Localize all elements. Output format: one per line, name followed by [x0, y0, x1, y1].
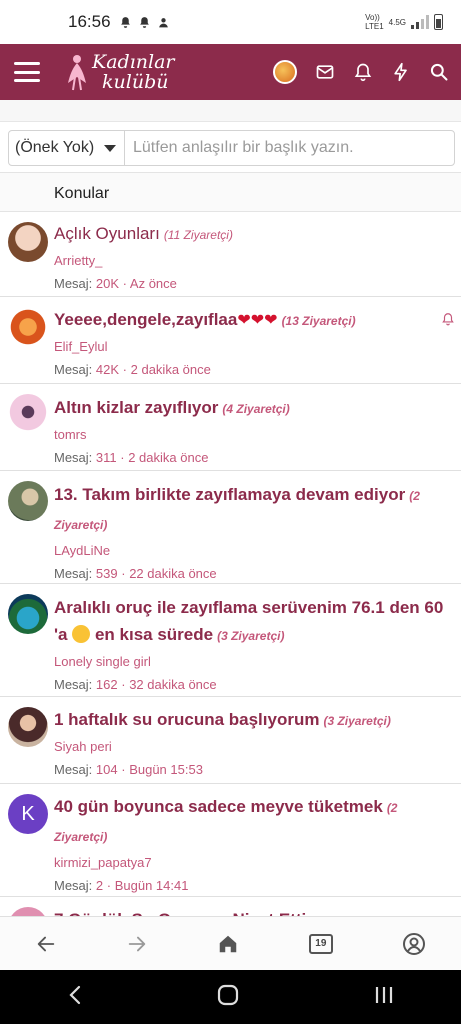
notification-icons: [119, 16, 170, 29]
bell-notification-icon: [139, 16, 149, 28]
system-home-icon[interactable]: [216, 983, 240, 1012]
thread-meta: Mesaj: 104 · Bugün 15:53: [54, 762, 203, 777]
thread-meta: Mesaj: 162 · 32 dakika önce: [54, 677, 217, 692]
forward-arrow-icon[interactable]: [126, 933, 148, 955]
signal-icon: [411, 15, 429, 29]
thread-title[interactable]: 13. Takım birlikte zayıflamaya devam edi…: [54, 481, 453, 539]
user-avatar[interactable]: K: [8, 794, 48, 834]
list-header: Konular: [0, 172, 461, 212]
app-header: Kadınlar kulübü: [0, 44, 461, 100]
caret-down-icon: [104, 144, 117, 152]
search-icon[interactable]: [429, 62, 449, 82]
status-time: 16:56: [68, 12, 111, 31]
thread-title[interactable]: Yeeee,dengele,zayıflaa❤❤❤ (13 Ziyaretçi): [54, 306, 453, 335]
tabs-icon[interactable]: 19: [308, 933, 333, 954]
hearts-emoji: ❤❤❤: [237, 312, 278, 329]
logo-text: Kadınlar: [92, 51, 175, 73]
thread-title[interactable]: Aralıklı oruç ile zayıflama serüvenim 76…: [54, 594, 453, 650]
ballerina-logo-icon: [68, 55, 86, 91]
thread-meta: Mesaj: 2 · Bugün 14:41: [54, 878, 189, 893]
visitor-count: (13 Ziyaretçi): [281, 314, 356, 328]
thread-meta: Mesaj: 311 · 2 dakika önce: [54, 450, 209, 465]
thread-item[interactable]: Altın kizlar zayıflıyor (4 Ziyaretçi) tom…: [0, 384, 461, 471]
sub-toolbar: [0, 100, 461, 122]
user-avatar[interactable]: [273, 60, 297, 84]
thread-title[interactable]: 1 haftalık su orucuna başlıyorum (3 Ziyar…: [54, 706, 453, 735]
bell-icon[interactable]: [353, 62, 373, 82]
thread-author[interactable]: Arrietty_: [54, 253, 453, 268]
user-avatar[interactable]: [8, 594, 48, 634]
logo-text: kulübü: [102, 71, 169, 93]
system-recents-icon[interactable]: [373, 985, 395, 1010]
bell-notification-icon: [120, 16, 130, 28]
user-avatar[interactable]: [8, 481, 48, 521]
thread-author[interactable]: LAydLiNe: [54, 543, 453, 558]
thread-meta: Mesaj: 539 · 22 dakika önce: [54, 566, 217, 581]
thread-title[interactable]: 40 gün boyunca sadece meyve tüketmek (2 Z…: [54, 793, 453, 851]
visitor-count: (4 Ziyaretçi): [222, 402, 290, 416]
network-label: LTE1: [365, 22, 384, 31]
new-thread-form: (Önek Yok): [8, 130, 455, 166]
list-header-label: Konular: [54, 185, 110, 202]
visitor-count: (11 Ziyaretçi): [163, 228, 233, 242]
user-avatar[interactable]: [8, 307, 48, 347]
browser-bottom-nav: 19: [0, 916, 461, 970]
thread-meta: Mesaj: 20K · Az önce: [54, 276, 177, 291]
app-notification-icon: [158, 17, 168, 27]
lightning-icon[interactable]: [391, 62, 411, 82]
thread-title-input[interactable]: [125, 131, 454, 165]
status-right: Vo)) LTE1 4.5G: [365, 13, 443, 31]
home-icon[interactable]: [217, 933, 239, 955]
system-nav-bar: [0, 970, 461, 1024]
thread-item[interactable]: Aralıklı oruç ile zayıflama serüvenim 76…: [0, 584, 461, 697]
thread-item[interactable]: 1 haftalık su orucuna başlıyorum (3 Ziyar…: [0, 697, 461, 784]
network-label: Vo)): [365, 13, 380, 22]
thread-item[interactable]: K 40 gün boyunca sadece meyve tüketmek (2…: [0, 784, 461, 897]
network-type: 4.5G: [388, 17, 406, 27]
account-icon[interactable]: [402, 932, 426, 956]
user-avatar[interactable]: [8, 222, 48, 262]
site-logo[interactable]: Kadınlar kulübü: [64, 52, 175, 92]
prefix-select[interactable]: (Önek Yok): [9, 131, 125, 165]
thread-title[interactable]: Açlık Oyunları (11 Ziyaretçi): [54, 220, 453, 249]
visitor-count: (3 Ziyaretçi): [323, 714, 391, 728]
watch-bell-icon[interactable]: [441, 311, 455, 327]
thread-author[interactable]: kirmizi_papatya7: [54, 855, 453, 870]
thread-title[interactable]: Altın kizlar zayıflıyor (4 Ziyaretçi): [54, 394, 453, 423]
battery-icon: [434, 14, 443, 30]
user-avatar[interactable]: [8, 707, 48, 747]
thread-author[interactable]: Lonely single girl: [54, 654, 453, 669]
menu-icon[interactable]: [14, 62, 40, 82]
back-arrow-icon[interactable]: [35, 933, 57, 955]
thread-meta: Mesaj: 42K · 2 dakika önce: [54, 362, 211, 377]
prefix-value: (Önek Yok): [15, 139, 95, 156]
thread-author[interactable]: tomrs: [54, 427, 453, 442]
thread-item[interactable]: Açlık Oyunları (11 Ziyaretçi) Arrietty_ M…: [0, 212, 461, 297]
system-back-icon[interactable]: [66, 984, 84, 1011]
status-bar: 16:56 Vo)) LTE1 4.5G: [0, 0, 461, 44]
smile-emoji: [72, 625, 91, 643]
thread-author[interactable]: Elif_Eylul: [54, 339, 453, 354]
visitor-count: (3 Ziyaretçi): [217, 629, 285, 643]
thread-author[interactable]: Siyah peri: [54, 739, 453, 754]
thread-item[interactable]: Yeeee,dengele,zayıflaa❤❤❤ (13 Ziyaretçi) …: [0, 297, 461, 384]
envelope-icon[interactable]: [315, 62, 335, 82]
thread-item[interactable]: 13. Takım birlikte zayıflamaya devam edi…: [0, 471, 461, 584]
user-avatar[interactable]: [8, 394, 48, 434]
